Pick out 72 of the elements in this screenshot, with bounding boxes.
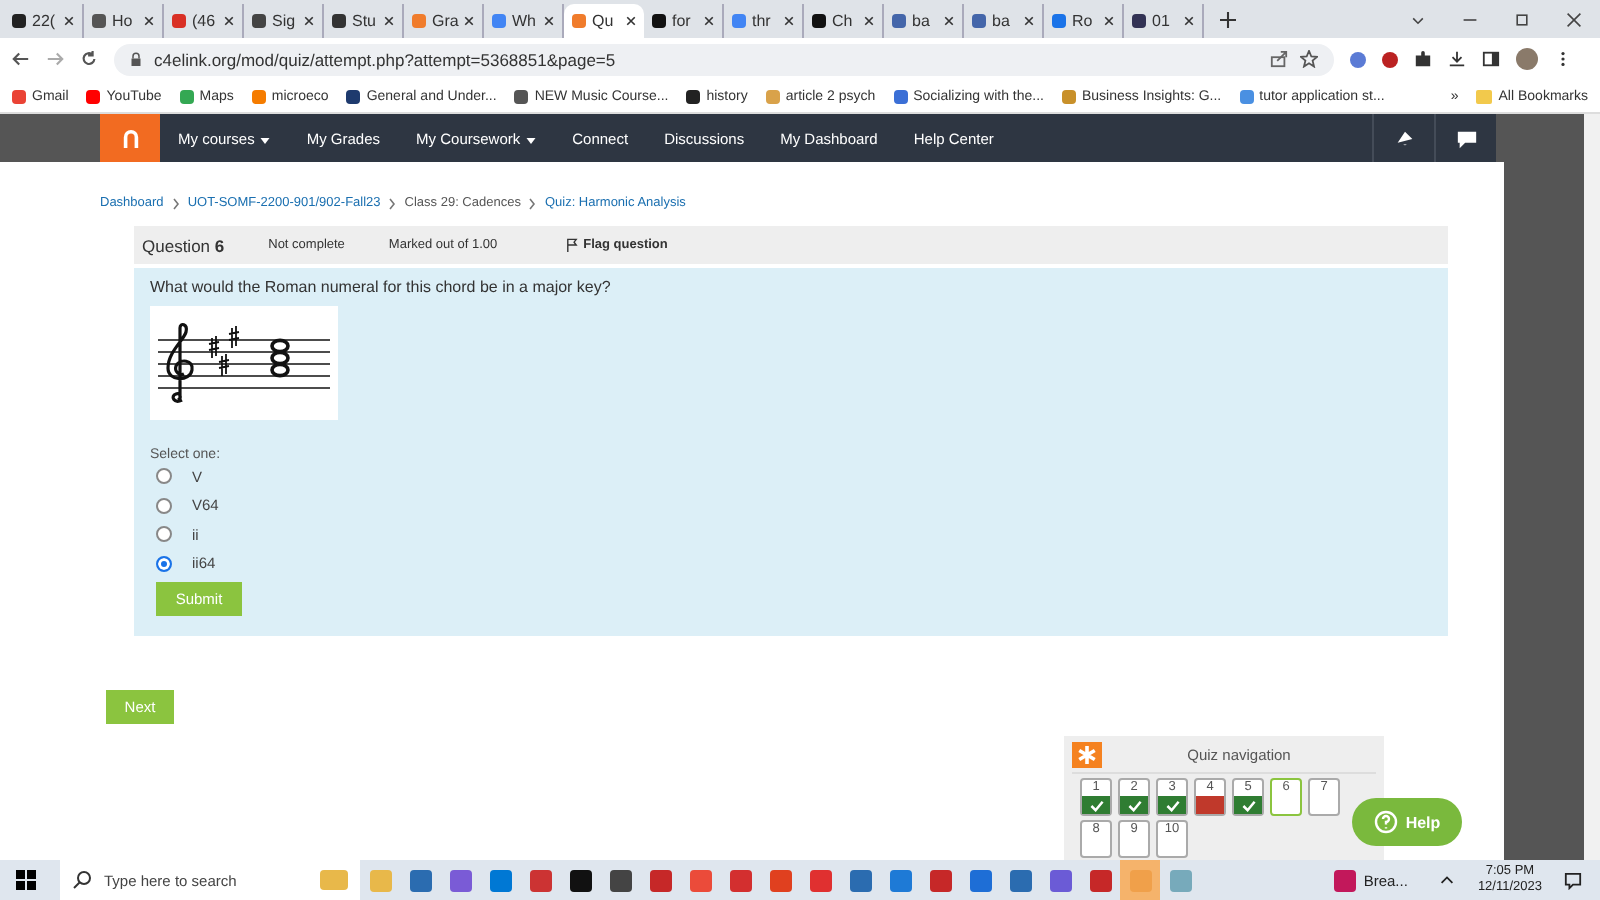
site-icon	[332, 14, 346, 28]
question-mark-icon	[1373, 810, 1398, 834]
star-icon[interactable]	[1300, 50, 1318, 68]
site-icon	[92, 14, 106, 28]
new-tab-icon[interactable]	[1220, 11, 1236, 27]
close-icon[interactable]	[864, 16, 874, 26]
shield-icon[interactable]	[1382, 51, 1398, 67]
chevron-right-icon	[528, 197, 537, 209]
site-icon	[972, 14, 986, 28]
close-icon[interactable]	[704, 16, 714, 26]
site-icon	[812, 14, 826, 28]
check-icon	[1089, 799, 1103, 811]
address-field[interactable]: c4elink.org/mod/quiz/attempt.php?attempt=5368851&page=5	[114, 43, 1334, 75]
close-icon[interactable]	[1566, 11, 1582, 27]
close-icon[interactable]	[304, 16, 314, 26]
download-icon[interactable]	[1448, 50, 1466, 68]
check-icon	[1165, 799, 1179, 811]
close-icon[interactable]	[544, 16, 554, 26]
close-icon[interactable]	[384, 16, 394, 26]
close-icon[interactable]	[64, 16, 74, 26]
asterisk-icon	[1072, 742, 1102, 768]
lock-icon	[130, 51, 142, 67]
radio-button[interactable]	[156, 468, 172, 485]
site-icon	[732, 14, 746, 28]
check-icon	[1241, 799, 1255, 811]
search-icon	[72, 870, 92, 890]
caret-icon	[260, 137, 271, 143]
close-icon[interactable]	[224, 16, 234, 26]
notification-icon[interactable]	[1564, 871, 1582, 889]
site-icon	[252, 14, 266, 28]
avatar[interactable]	[1516, 48, 1538, 70]
radio-button[interactable]	[156, 555, 172, 572]
restore-icon[interactable]	[1514, 11, 1530, 27]
arch-icon	[121, 127, 139, 149]
chat-icon	[1455, 127, 1477, 149]
question-text: What would the Roman numeral for this chord be in a major key?	[150, 278, 613, 296]
site-icon	[892, 14, 906, 28]
close-icon[interactable]	[144, 16, 154, 26]
home-button[interactable]	[100, 114, 160, 162]
radio-button[interactable]	[156, 526, 172, 543]
share-icon[interactable]	[1270, 50, 1288, 68]
chevron-up-icon[interactable]	[1437, 871, 1456, 889]
chevron-right-icon	[388, 197, 397, 209]
site-icon	[1052, 14, 1066, 28]
close-icon[interactable]	[784, 16, 794, 26]
caret-icon	[526, 137, 537, 143]
close-icon[interactable]	[1184, 16, 1194, 26]
radio-button[interactable]	[156, 497, 172, 514]
close-icon[interactable]	[1024, 16, 1034, 26]
browser-tab[interactable]: Qu	[564, 4, 644, 38]
close-icon[interactable]	[464, 16, 475, 26]
reload-icon[interactable]	[80, 50, 98, 68]
site-icon	[572, 14, 586, 28]
weather-icon[interactable]	[1333, 869, 1356, 891]
site-icon	[1132, 14, 1146, 28]
close-icon[interactable]	[626, 16, 636, 26]
flag-icon	[565, 238, 578, 252]
site-icon	[12, 14, 26, 28]
close-icon[interactable]	[944, 16, 954, 26]
windows-start-icon[interactable]	[16, 870, 36, 890]
scrollbar[interactable]	[1584, 114, 1600, 860]
site-icon	[492, 14, 506, 28]
question-number: Question 6	[142, 235, 225, 255]
chevron-right-icon	[171, 197, 180, 209]
site-icon	[652, 14, 666, 28]
side-panel-icon[interactable]	[1482, 50, 1500, 68]
site-icon	[412, 14, 426, 28]
close-icon[interactable]	[1104, 16, 1114, 26]
check-icon	[1127, 799, 1141, 811]
site-icon	[172, 14, 186, 28]
extension-icon[interactable]	[1350, 51, 1366, 67]
back-icon[interactable]	[12, 50, 30, 68]
